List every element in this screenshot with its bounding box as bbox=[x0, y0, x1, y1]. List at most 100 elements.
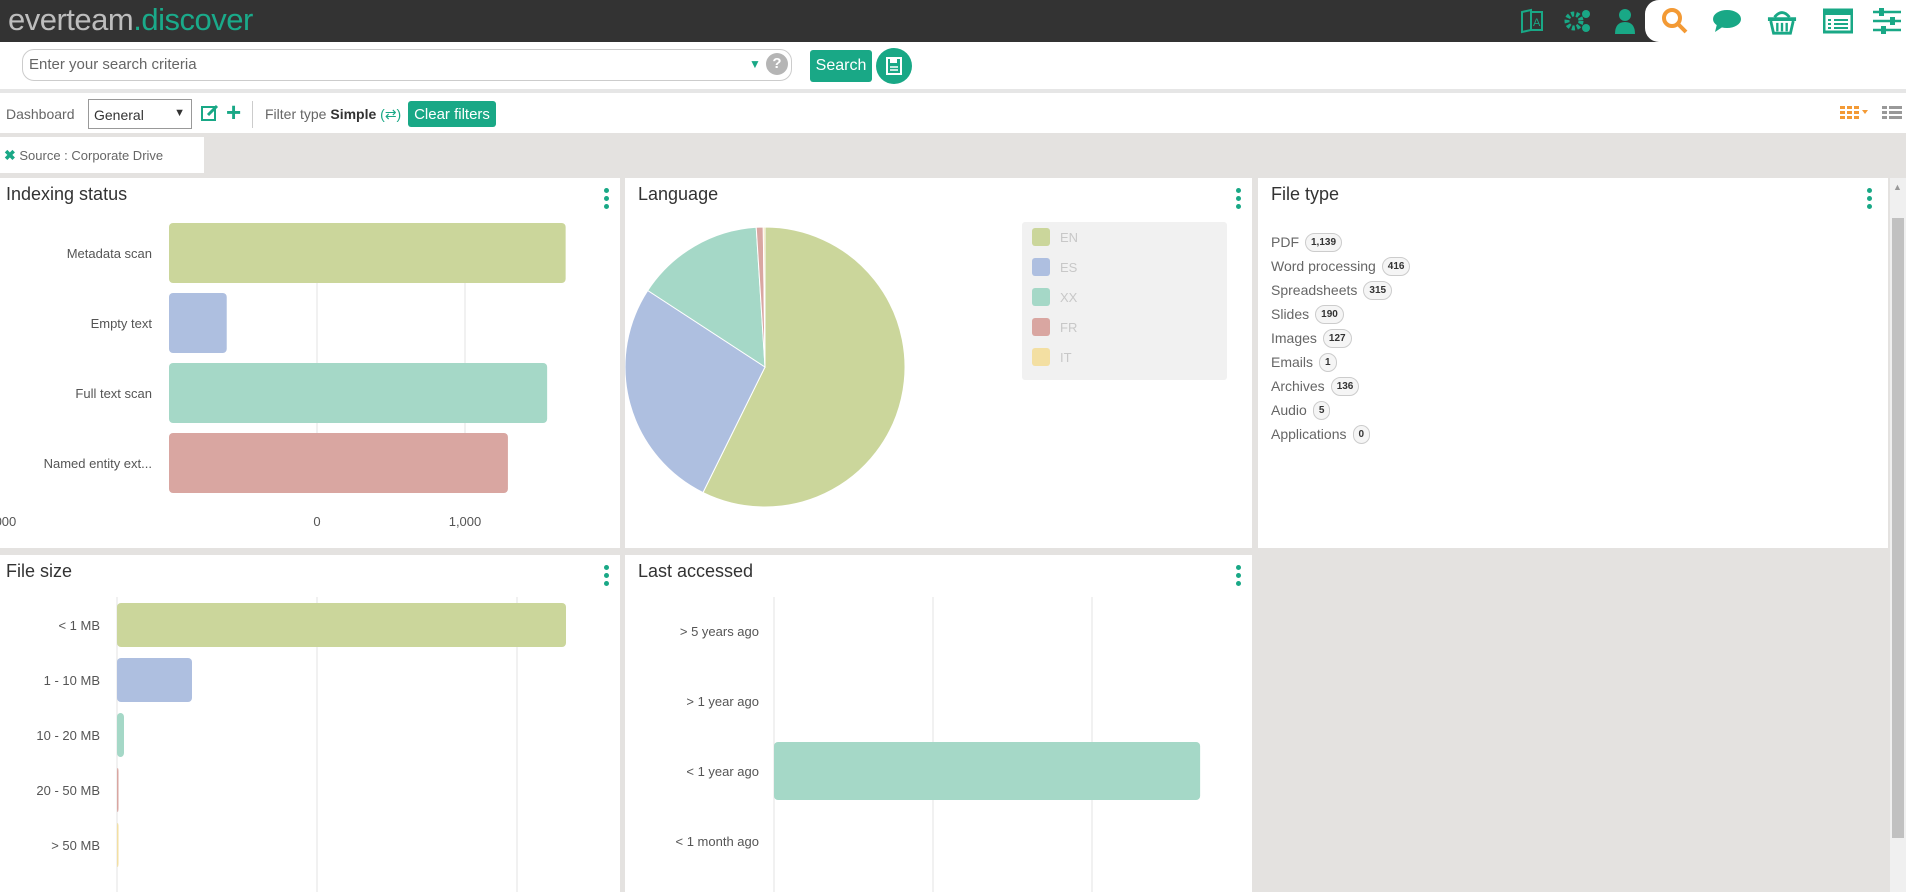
legend-item[interactable]: FR bbox=[1022, 312, 1227, 342]
legend-label: FR bbox=[1060, 319, 1078, 335]
search-options-dropdown-icon[interactable]: ▼ bbox=[749, 57, 761, 71]
bar bbox=[117, 658, 192, 702]
list-window-icon[interactable] bbox=[1823, 6, 1853, 36]
category-label: Full text scan bbox=[75, 386, 152, 401]
chevron-down-icon: ▼ bbox=[174, 107, 185, 119]
file-type-item[interactable]: Audio 5 bbox=[1271, 398, 1410, 422]
file-size-chart: < 1 MB 1 - 10 MB 10 - 20 MB 20 - 50 MB > 50 … bbox=[36, 597, 566, 892]
file-type-item[interactable]: Applications 0 bbox=[1271, 422, 1410, 446]
category-label: < 1 year ago bbox=[686, 764, 759, 779]
category-label: > 50 MB bbox=[51, 838, 100, 853]
edit-dashboard-icon[interactable] bbox=[200, 103, 220, 128]
legend-label: EN bbox=[1060, 229, 1079, 245]
remove-filter-icon[interactable]: ✖ bbox=[4, 147, 16, 163]
search-button[interactable]: Search bbox=[810, 50, 872, 82]
search-input[interactable] bbox=[29, 56, 729, 73]
file-type-item[interactable]: Archives 136 bbox=[1271, 374, 1410, 398]
legend-label: XX bbox=[1060, 289, 1078, 305]
count-badge: 127 bbox=[1322, 328, 1352, 348]
divider bbox=[252, 101, 253, 128]
count-badge: 1,139 bbox=[1305, 232, 1343, 252]
file-type-label: Slides bbox=[1271, 306, 1310, 322]
filter-chip: ✖ Source : Corporate Drive bbox=[0, 137, 204, 173]
file-type-label: Spreadsheets bbox=[1271, 282, 1358, 298]
count-badge: 190 bbox=[1315, 304, 1344, 324]
legend-swatch bbox=[1032, 258, 1050, 276]
save-search-button[interactable] bbox=[876, 48, 912, 84]
file-type-label: Audio bbox=[1271, 402, 1307, 418]
file-type-item[interactable]: Word processing 416 bbox=[1271, 254, 1411, 278]
count-badge: 5 bbox=[1312, 400, 1331, 420]
file-type-label: Archives bbox=[1271, 378, 1325, 394]
legend-item[interactable]: ES bbox=[1022, 252, 1227, 282]
bar bbox=[117, 768, 119, 812]
category-label: > 1 year ago bbox=[686, 694, 759, 709]
save-icon bbox=[886, 57, 902, 75]
search-icon[interactable] bbox=[1660, 6, 1690, 36]
indexing-status-chart: Metadata scan Empty text Full text scan Nam… bbox=[0, 223, 566, 529]
category-label: Empty text bbox=[91, 316, 153, 331]
user-icon[interactable] bbox=[1610, 6, 1640, 36]
language-pie-chart bbox=[625, 226, 906, 508]
list-layout-icon[interactable] bbox=[1882, 106, 1902, 125]
basket-icon[interactable] bbox=[1767, 6, 1797, 36]
clear-filters-button[interactable]: Clear filters bbox=[408, 101, 496, 127]
filter-type-label: Filter type bbox=[265, 106, 327, 122]
bar bbox=[117, 713, 124, 757]
legend-swatch bbox=[1032, 348, 1050, 366]
bar bbox=[169, 433, 508, 493]
translate-icon[interactable]: A bbox=[1517, 6, 1547, 36]
file-type-item[interactable]: Images 127 bbox=[1271, 326, 1410, 350]
file-type-item[interactable]: PDF 1,139 bbox=[1271, 230, 1410, 254]
category-label: > 5 years ago bbox=[680, 624, 759, 639]
dashboard-label: Dashboard bbox=[6, 106, 75, 122]
category-label: Metadata scan bbox=[67, 246, 152, 261]
bar bbox=[774, 742, 1201, 800]
tick-label: 0 bbox=[313, 514, 320, 529]
sliders-icon[interactable] bbox=[1872, 6, 1902, 36]
bar bbox=[117, 603, 566, 647]
dashboard-select-value: General bbox=[94, 107, 144, 123]
bar bbox=[169, 223, 566, 283]
app-logo[interactable]: everteam.discover bbox=[8, 2, 253, 38]
last-accessed-panel: Last accessed > 5 years ago > 1 year ago <… bbox=[625, 555, 1252, 892]
indexing-status-panel: Indexing status Metadata scan Empty text F… bbox=[0, 178, 620, 548]
legend-label: IT bbox=[1060, 349, 1072, 365]
file-type-label: Word processing bbox=[1271, 258, 1376, 274]
panel-menu-icon[interactable] bbox=[1865, 188, 1873, 214]
file-type-label: PDF bbox=[1271, 234, 1299, 250]
tick-label: 1,000 bbox=[449, 514, 482, 529]
file-type-item[interactable]: Spreadsheets 315 bbox=[1271, 278, 1410, 302]
category-label: 1 - 10 MB bbox=[44, 673, 100, 688]
count-badge: 315 bbox=[1363, 280, 1393, 300]
count-badge: 136 bbox=[1330, 376, 1360, 396]
divider bbox=[0, 89, 1906, 93]
panel-menu-icon[interactable] bbox=[1234, 188, 1242, 214]
legend-item[interactable]: EN bbox=[1022, 222, 1227, 252]
tick-label: 2,000 bbox=[0, 514, 16, 529]
gears-icon[interactable] bbox=[1563, 6, 1593, 36]
scrollbar-thumb[interactable] bbox=[1892, 218, 1904, 838]
add-dashboard-icon[interactable]: + bbox=[226, 99, 241, 125]
chat-icon[interactable] bbox=[1712, 6, 1742, 36]
count-badge: 416 bbox=[1381, 256, 1411, 276]
logo-text: everteam bbox=[8, 2, 134, 37]
legend-item[interactable]: XX bbox=[1022, 282, 1227, 312]
dashboard-select[interactable]: General ▼ bbox=[88, 99, 192, 129]
file-type-label: Emails bbox=[1271, 354, 1314, 370]
search-box: ▼ ? bbox=[22, 49, 792, 81]
toggle-filter-type-icon[interactable]: (⇄) bbox=[380, 106, 401, 122]
scroll-up-icon[interactable]: ▲ bbox=[1893, 182, 1902, 192]
logo-text-accent: .discover bbox=[133, 2, 253, 37]
legend-item[interactable]: IT bbox=[1022, 342, 1227, 372]
help-icon[interactable]: ? bbox=[766, 53, 788, 75]
file-type-item[interactable]: Emails 1 bbox=[1271, 350, 1410, 374]
file-type-item[interactable]: Slides 190 bbox=[1271, 302, 1410, 326]
filter-chip-label: Source : Corporate Drive bbox=[19, 148, 164, 163]
count-badge: 1 bbox=[1319, 352, 1337, 372]
file-type-panel: File type PDF 1,139 Word processing 416 Spre… bbox=[1258, 178, 1888, 548]
grid-layout-icon[interactable] bbox=[1840, 106, 1870, 125]
language-panel: Language EN ES XX FR IT bbox=[625, 178, 1252, 548]
last-accessed-chart: > 5 years ago > 1 year ago < 1 year ago < 1… bbox=[676, 597, 1201, 892]
legend-label: ES bbox=[1060, 259, 1078, 275]
